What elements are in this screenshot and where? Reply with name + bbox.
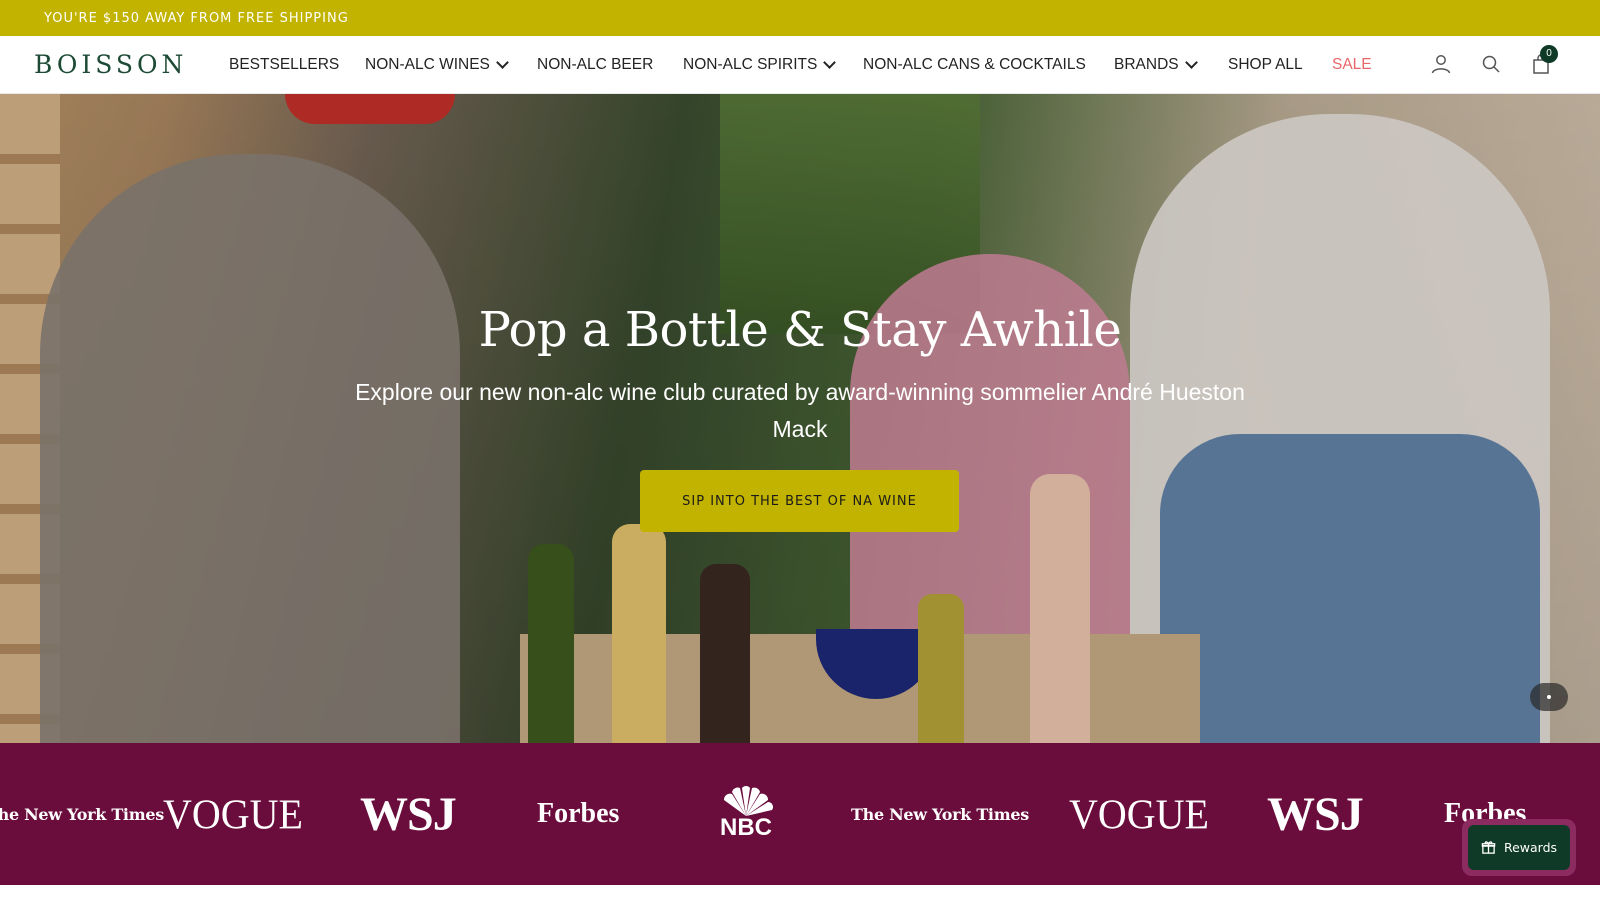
nav-label: NON-ALC CANS & COCKTAILS — [863, 56, 1086, 73]
slideshow-pagination[interactable] — [1530, 683, 1568, 711]
nav-item-non-alc-cans-cocktails[interactable]: NON-ALC CANS & COCKTAILS — [863, 56, 1086, 74]
press-logo-nbc: NBC — [716, 743, 776, 885]
account-icon[interactable] — [1429, 52, 1453, 76]
nav-item-non-alc-beer[interactable]: NON-ALC BEER — [537, 56, 653, 74]
nav-label: SALE — [1332, 56, 1372, 73]
nav-label: NON-ALC WINES — [365, 56, 490, 73]
nav-label: BRANDS — [1114, 56, 1179, 73]
gift-icon — [1481, 841, 1496, 854]
nav-item-non-alc-spirits[interactable]: NON-ALC SPIRITS — [683, 56, 837, 74]
nav-item-brands[interactable]: BRANDS — [1114, 56, 1198, 74]
announcement-text: YOU'RE $150 AWAY FROM FREE SHIPPING — [44, 11, 349, 26]
nav-item-shop-all[interactable]: SHOP ALL — [1228, 56, 1303, 74]
announcement-bar: YOU'RE $150 AWAY FROM FREE SHIPPING — [0, 0, 1600, 36]
chevron-down-icon — [1184, 56, 1198, 69]
hero-subtitle: Explore our new non-alc wine club curate… — [355, 379, 1245, 442]
hero-title: Pop a Bottle & Stay Awhile — [478, 302, 1122, 358]
nbc-wordmark: NBC — [720, 814, 772, 841]
rewards-widget: Rewards — [1462, 819, 1576, 876]
page-bottom-strip — [0, 885, 1600, 900]
press-logo-forbes: Forbes — [537, 798, 620, 829]
rewards-button[interactable]: Rewards — [1468, 825, 1570, 870]
cart-count-badge: 0 — [1540, 45, 1558, 63]
nbc-peacock-icon — [723, 786, 773, 816]
press-logo-nyt: The New York Times — [0, 804, 164, 824]
press-logo-wsj: WSJ — [360, 787, 457, 841]
brand-logo[interactable]: BOISSON — [34, 50, 187, 79]
hero-cta-button[interactable]: SIP INTO THE BEST OF NA WINE — [640, 470, 959, 532]
rewards-label: Rewards — [1503, 840, 1558, 855]
press-logo-wsj: WSJ — [1267, 787, 1364, 841]
press-logo-nyt: The New York Times — [851, 804, 1029, 824]
site-header: BOISSON BESTSELLERS NON-ALC WINES NON-AL… — [0, 36, 1600, 94]
press-logo-vogue: VOGUE — [1069, 790, 1209, 838]
nav-item-sale[interactable]: SALE — [1332, 56, 1372, 74]
nav-label: NON-ALC BEER — [537, 56, 654, 73]
nav-item-bestsellers[interactable]: BESTSELLERS — [229, 56, 339, 74]
press-logo-vogue: VOGUE — [163, 790, 303, 838]
chevron-down-icon — [496, 56, 509, 69]
hero-banner: Pop a Bottle & Stay Awhile Explore our n… — [0, 94, 1600, 743]
chevron-down-icon — [823, 56, 837, 69]
nav-label: BESTSELLERS — [229, 56, 340, 73]
nav-label: SHOP ALL — [1228, 56, 1303, 73]
search-icon[interactable] — [1479, 52, 1503, 76]
press-bar: The New York Times VOGUE WSJ Forbes NBC … — [0, 743, 1600, 885]
nav-item-non-alc-wines[interactable]: NON-ALC WINES — [365, 56, 509, 74]
nav-label: NON-ALC SPIRITS — [683, 56, 818, 73]
